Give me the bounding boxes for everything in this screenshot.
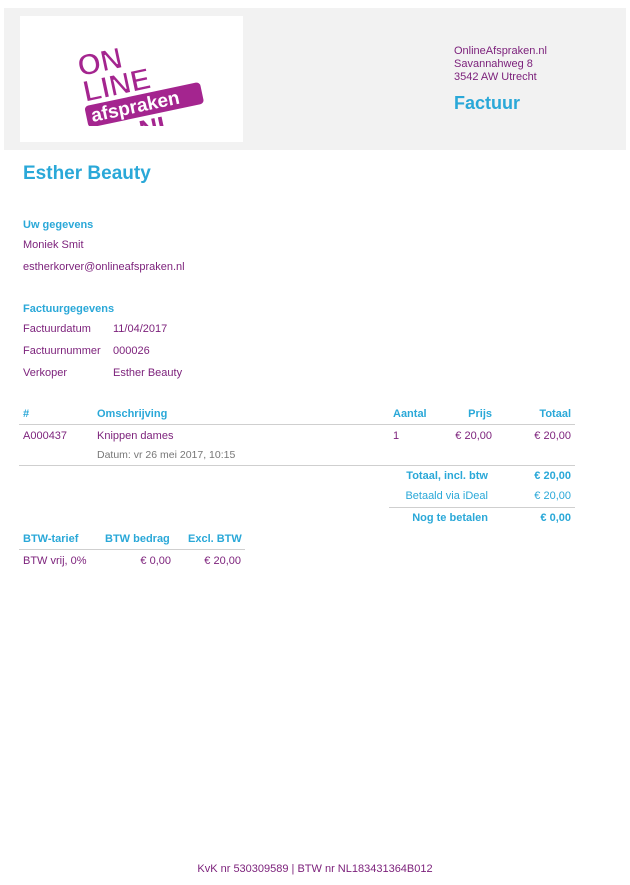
- vat-row-excl: € 20,00: [204, 555, 241, 567]
- customer-section-title: Uw gegevens: [23, 219, 94, 231]
- invoice-section-title: Factuurgegevens: [23, 303, 115, 315]
- invoice-number-label: Factuurnummer: [23, 345, 101, 357]
- vat-row-rate: BTW vrij, 0%: [23, 555, 87, 567]
- brand-name: Esther Beauty: [23, 163, 151, 184]
- invoice-seller-label: Verkoper: [23, 367, 68, 379]
- col-header-price: Prijs: [468, 408, 492, 420]
- company-name: OnlineAfspraken.nl: [454, 45, 547, 57]
- vat-header-divider: [19, 549, 245, 550]
- invoice-date-label: Factuurdatum: [23, 323, 91, 335]
- company-street: Savannahweg 8: [454, 58, 533, 70]
- vat-header-excl: Excl. BTW: [188, 533, 242, 545]
- onlineafspraken-logo: ON LINE afspraken .NL: [76, 41, 204, 126]
- paid-value: € 20,00: [534, 490, 571, 502]
- totals-divider: [389, 507, 575, 508]
- row-total: € 20,00: [534, 430, 571, 442]
- col-header-description: Omschrijving: [97, 408, 168, 420]
- row-quantity: 1: [393, 430, 400, 442]
- vat-row-amount: € 0,00: [140, 555, 171, 567]
- company-city: 3542 AW Utrecht: [454, 71, 537, 83]
- company-address: OnlineAfspraken.nl Savannahweg 8 3542 AW…: [454, 45, 547, 84]
- invoice-date-value: 11/04/2017: [113, 323, 168, 335]
- header-divider: [19, 424, 575, 425]
- vat-header-rate: BTW-tarief: [23, 533, 79, 545]
- row-price: € 20,00: [455, 430, 492, 442]
- total-label: Totaal, incl. btw: [406, 470, 488, 482]
- document-title: Factuur: [454, 93, 521, 113]
- invoice-header: ON LINE afspraken .NL OnlineAfspraken.nl…: [4, 8, 626, 150]
- invoice-seller-value: Esther Beauty: [113, 367, 183, 379]
- invoice-number-value: 000026: [113, 345, 150, 357]
- row-detail: Datum: vr 26 mei 2017, 10:15: [97, 449, 236, 461]
- due-label: Nog te betalen: [412, 512, 488, 524]
- col-header-code: #: [23, 408, 30, 420]
- logo-container: ON LINE afspraken .NL: [20, 16, 243, 142]
- row-description: Knippen dames: [97, 430, 174, 442]
- row-code: A000437: [23, 430, 68, 442]
- customer-email: estherkorver@onlineafspraken.nl: [23, 261, 185, 273]
- col-header-total: Totaal: [539, 408, 571, 420]
- footer-registration: KvK nr 530309589 | BTW nr NL183431364B01…: [197, 863, 433, 875]
- rows-divider: [19, 465, 575, 466]
- vat-header-amount: BTW bedrag: [105, 533, 170, 545]
- customer-name: Moniek Smit: [23, 239, 84, 251]
- paid-label: Betaald via iDeal: [405, 490, 488, 502]
- total-value: € 20,00: [534, 470, 571, 482]
- due-value: € 0,00: [540, 512, 571, 524]
